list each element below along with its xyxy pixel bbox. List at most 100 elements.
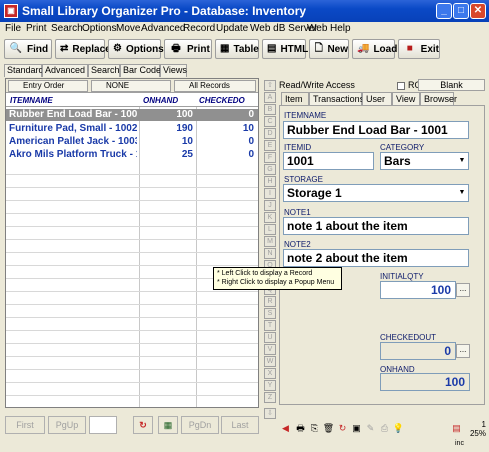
tab-view[interactable]: View bbox=[392, 92, 420, 105]
report-icon[interactable]: ▤ bbox=[450, 421, 463, 435]
pgup-button[interactable]: PgUp bbox=[48, 416, 86, 434]
table-row[interactable]: Furniture Pad, Small - 1002 190 10 bbox=[6, 123, 258, 135]
back-arrow-icon[interactable]: ◀ bbox=[279, 421, 292, 435]
blank-button[interactable]: Blank bbox=[418, 79, 485, 91]
menu-file[interactable]: File bbox=[5, 23, 21, 34]
alpha-t[interactable]: T bbox=[264, 320, 276, 331]
note1-field[interactable]: note 1 about the item bbox=[283, 217, 469, 235]
exit-button[interactable]: ■ Exit bbox=[398, 39, 440, 59]
alpha-n[interactable]: N bbox=[264, 248, 276, 259]
copy-icon[interactable]: ⎘ bbox=[308, 421, 321, 435]
itemid-field[interactable]: 1001 bbox=[283, 152, 374, 170]
options-button[interactable]: ⚙ Options bbox=[108, 39, 164, 59]
note2-field[interactable]: note 2 about the item bbox=[283, 249, 469, 267]
checkedout-more-button[interactable]: ... bbox=[456, 344, 470, 358]
table-button[interactable]: ▦ Table bbox=[215, 39, 259, 59]
column-checkedout[interactable]: CHECKEDO bbox=[199, 96, 245, 105]
alpha-a[interactable]: A bbox=[264, 92, 276, 103]
alpha-m[interactable]: M bbox=[264, 236, 276, 247]
alpha-y[interactable]: Y bbox=[264, 380, 276, 391]
alpha-down-icon[interactable]: ⇩ bbox=[264, 408, 276, 419]
alpha-l[interactable]: L bbox=[264, 224, 276, 235]
chevron-down-icon[interactable]: ▼ bbox=[456, 185, 468, 201]
menu-update[interactable]: Update bbox=[216, 23, 248, 34]
maximize-button[interactable]: □ bbox=[453, 3, 469, 19]
table-row[interactable]: Akro Mils Platform Truck - 100 25 0 bbox=[6, 149, 258, 161]
tab-advanced[interactable]: Advanced bbox=[42, 64, 88, 77]
checkbox-box[interactable] bbox=[397, 81, 405, 90]
column-itemname[interactable]: ITEMNAME bbox=[10, 96, 53, 105]
alpha-r[interactable]: R bbox=[264, 296, 276, 307]
edit-icon[interactable]: ✎ bbox=[364, 421, 377, 435]
replace-button[interactable]: ⇄ Replace bbox=[55, 39, 111, 59]
alpha-h[interactable]: H bbox=[264, 176, 276, 187]
attach-icon[interactable]: ⎙ bbox=[378, 421, 391, 435]
minimize-button[interactable]: _ bbox=[436, 3, 452, 19]
all-records-button[interactable]: All Records bbox=[174, 80, 256, 92]
goto-icon[interactable]: ↻ bbox=[133, 416, 153, 434]
menu-print[interactable]: Print bbox=[26, 23, 47, 34]
menu-move[interactable]: Move bbox=[116, 23, 140, 34]
tab-views[interactable]: Views bbox=[160, 64, 187, 77]
bulb-icon[interactable]: 💡 bbox=[392, 421, 405, 435]
access-mode-label: Read/Write Access bbox=[279, 80, 355, 90]
storage-select[interactable]: Storage 1 ▼ bbox=[283, 184, 469, 202]
column-onhand[interactable]: ONHAND bbox=[143, 96, 178, 105]
refresh-icon[interactable]: ↻ bbox=[336, 421, 349, 435]
record-number-input[interactable] bbox=[89, 416, 117, 434]
grid-icon[interactable]: ▦ bbox=[158, 416, 178, 434]
alpha-c[interactable]: C bbox=[264, 116, 276, 127]
sort-none-button[interactable]: NONE bbox=[91, 80, 171, 92]
table-row[interactable]: American Pallet Jack - 1003 10 0 bbox=[6, 136, 258, 148]
initialqty-more-button[interactable]: ... bbox=[456, 283, 470, 297]
tab-search[interactable]: Search bbox=[88, 64, 120, 77]
alpha-g[interactable]: G bbox=[264, 164, 276, 175]
alpha-up-icon[interactable]: ⇧ bbox=[264, 80, 276, 91]
alpha-s[interactable]: S bbox=[264, 308, 276, 319]
print-record-icon[interactable]: 🖶 bbox=[294, 421, 307, 435]
tab-transactions[interactable]: Transactions bbox=[309, 92, 364, 105]
save-icon[interactable]: ▣ bbox=[350, 421, 363, 435]
table-row[interactable]: Rubber End Load Bar - 1001 100 0 bbox=[6, 109, 258, 121]
delete-icon[interactable]: 🗑 bbox=[322, 421, 335, 435]
alpha-u[interactable]: U bbox=[264, 332, 276, 343]
alpha-i[interactable]: I bbox=[264, 188, 276, 199]
menu-web[interactable]: Web bbox=[307, 23, 327, 34]
menu-advanced[interactable]: Advanced bbox=[141, 23, 185, 34]
tab-item[interactable]: Item bbox=[281, 92, 309, 105]
alpha-j[interactable]: J bbox=[264, 200, 276, 211]
tab-standard[interactable]: Standard bbox=[4, 64, 44, 77]
tab-bar-code[interactable]: Bar Code bbox=[120, 64, 161, 77]
menu-help[interactable]: Help bbox=[330, 23, 351, 34]
alpha-v[interactable]: V bbox=[264, 344, 276, 355]
chevron-down-icon[interactable]: ▼ bbox=[456, 153, 468, 169]
last-button[interactable]: Last bbox=[221, 416, 259, 434]
category-select[interactable]: Bars ▼ bbox=[380, 152, 469, 170]
alpha-d[interactable]: D bbox=[264, 128, 276, 139]
tab-user[interactable]: User bbox=[362, 92, 392, 105]
alpha-w[interactable]: W bbox=[264, 356, 276, 367]
menu-record[interactable]: Record bbox=[183, 23, 215, 34]
new-button[interactable]: 🗋 New bbox=[309, 39, 349, 59]
alpha-e[interactable]: E bbox=[264, 140, 276, 151]
alpha-f[interactable]: F bbox=[264, 152, 276, 163]
menu-options[interactable]: Options bbox=[82, 23, 116, 34]
entry-order-button[interactable]: Entry Order bbox=[8, 80, 88, 92]
html-button[interactable]: ▤ HTML bbox=[262, 39, 308, 59]
replace-icon: ⇄ bbox=[60, 43, 69, 54]
itemname-field[interactable]: Rubber End Load Bar - 1001 bbox=[283, 121, 469, 139]
find-button[interactable]: 🔍 Find bbox=[4, 39, 52, 59]
alpha-b[interactable]: B bbox=[264, 104, 276, 115]
first-button[interactable]: First bbox=[5, 416, 45, 434]
print-button[interactable]: 🖶 Print bbox=[164, 39, 212, 59]
close-button[interactable]: ✕ bbox=[470, 3, 486, 19]
alpha-k[interactable]: K bbox=[264, 212, 276, 223]
alpha-z[interactable]: Z bbox=[264, 392, 276, 403]
tab-browser[interactable]: Browser bbox=[420, 92, 457, 105]
row-divider bbox=[6, 395, 258, 396]
pgdn-button[interactable]: PgDn bbox=[181, 416, 219, 434]
load-button[interactable]: 🚚 Load bbox=[352, 39, 397, 59]
alpha-x[interactable]: X bbox=[264, 368, 276, 379]
menu-search[interactable]: Search bbox=[51, 23, 83, 34]
initialqty-field[interactable]: 100 bbox=[380, 281, 456, 299]
